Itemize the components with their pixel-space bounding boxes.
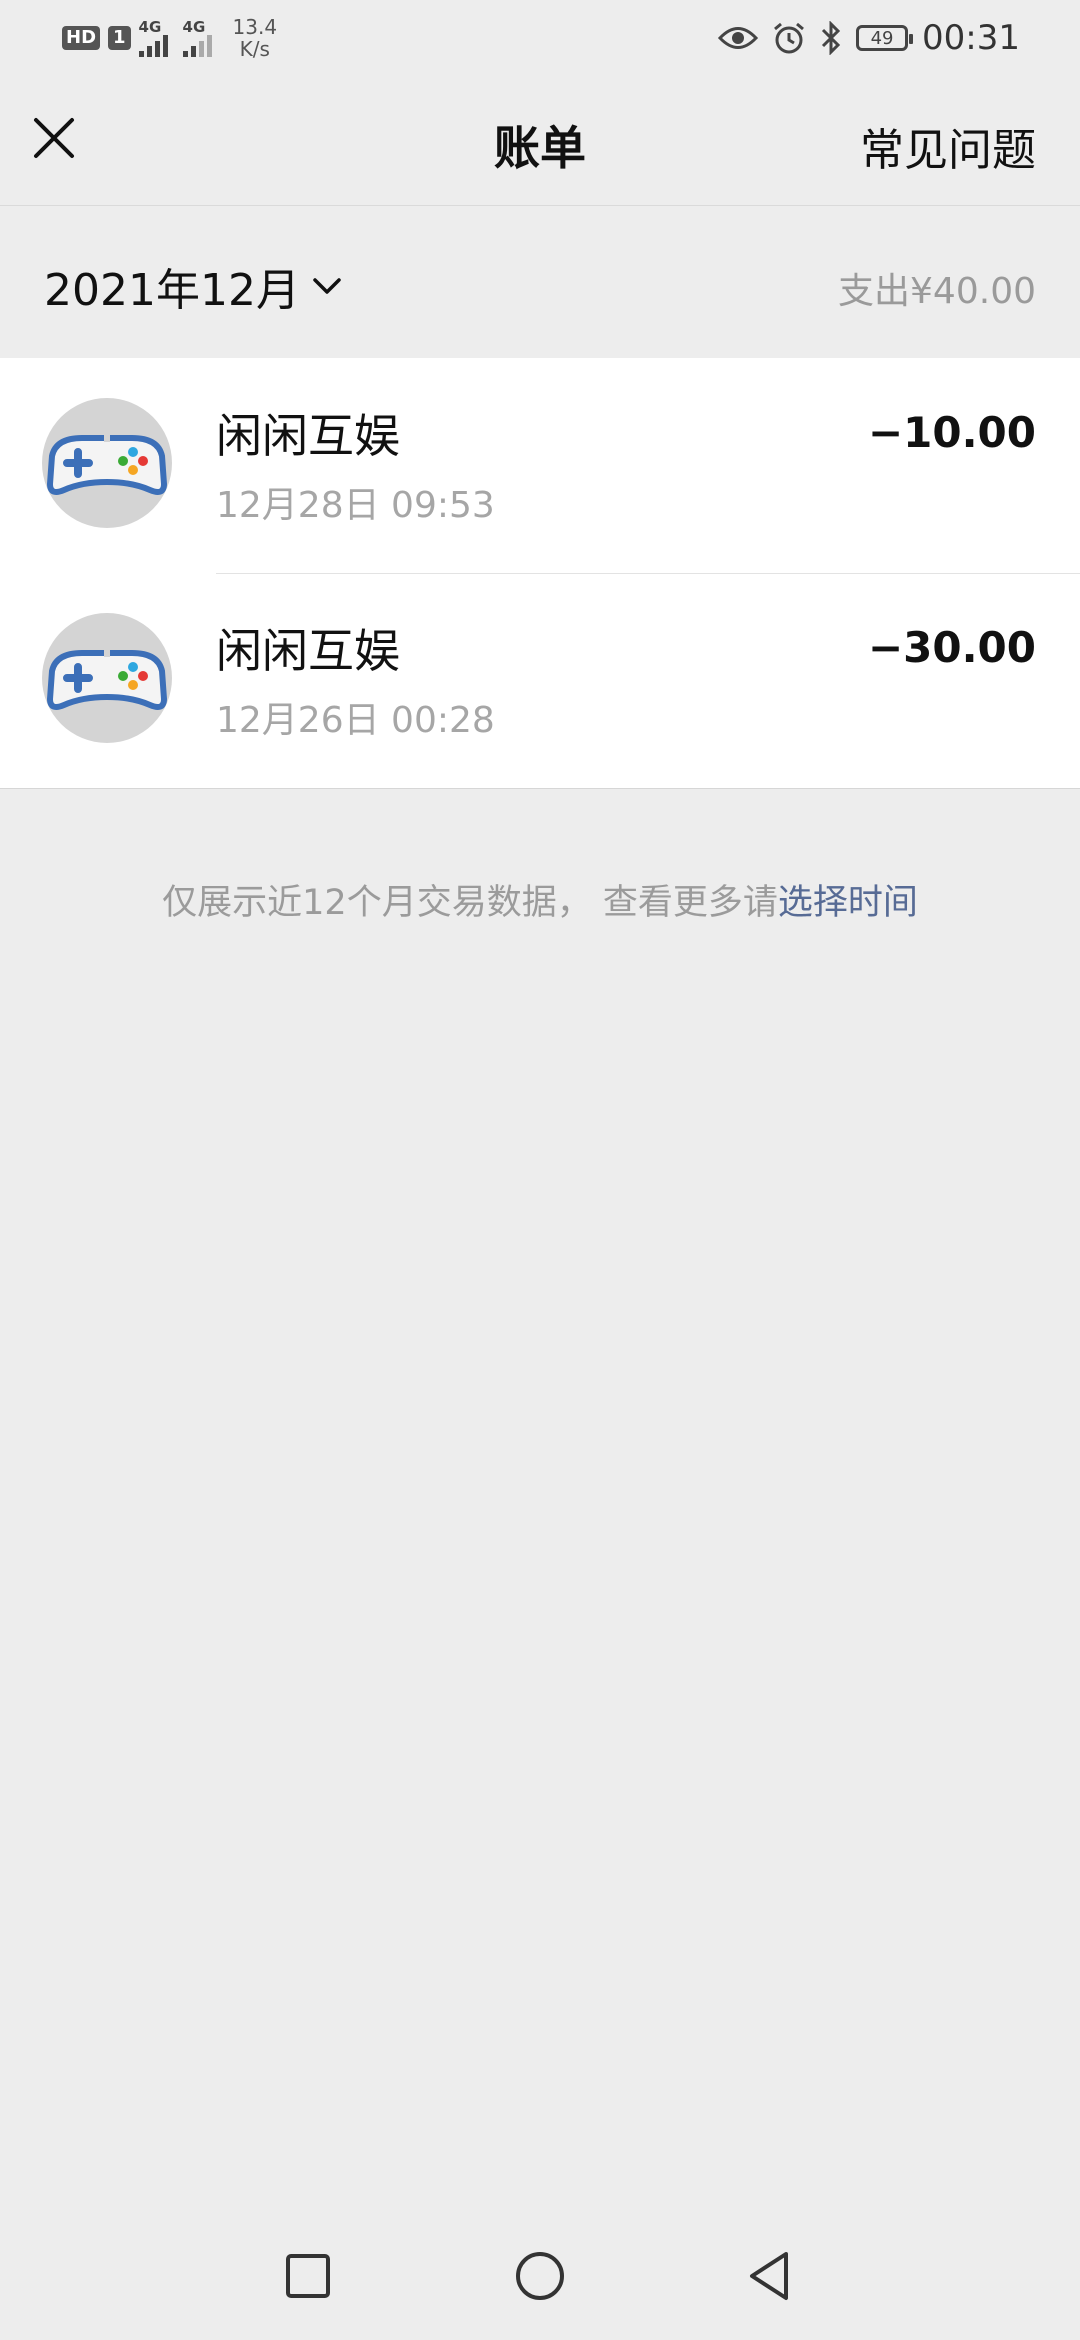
hd-badge: HD xyxy=(62,26,101,50)
transaction-row[interactable]: 闲闲互娱 12月26日 00:28 −30.00 xyxy=(0,573,1080,788)
avatar xyxy=(42,613,172,743)
home-button[interactable] xyxy=(512,2248,568,2304)
bluetooth-icon xyxy=(821,21,841,55)
transaction-list: 闲闲互娱 12月28日 09:53 −10.00 闲闲互娱 12月26日 00:… xyxy=(0,358,1080,789)
network-type-1: 4G xyxy=(138,18,162,36)
history-notice: 仅展示近12个月交易数据， 查看更多请选择时间 xyxy=(0,874,1080,925)
month-picker[interactable]: 2021年12月 xyxy=(44,254,344,318)
network-type-2: 4G xyxy=(182,18,206,36)
network-speed: 13.4 K/s xyxy=(233,16,278,60)
transaction-amount: −30.00 xyxy=(867,623,1036,672)
signal-bars-icon xyxy=(138,35,168,57)
status-time: 00:31 xyxy=(922,18,1020,58)
signal-2: 4G xyxy=(182,18,219,57)
select-time-link[interactable]: 选择时间 xyxy=(778,883,918,923)
status-left: HD 1 4G 4G 13.4 K/s xyxy=(62,14,277,62)
faq-button[interactable]: 常见问题 xyxy=(860,114,1036,178)
transaction-row[interactable]: 闲闲互娱 12月28日 09:53 −10.00 xyxy=(0,358,1080,573)
network-speed-unit: K/s xyxy=(239,37,270,61)
month-label: 2021年12月 xyxy=(44,265,300,316)
sim-badge: 1 xyxy=(108,26,131,50)
alarm-icon xyxy=(774,22,804,54)
eye-icon xyxy=(718,27,759,49)
month-bar: 2021年12月 支出¥40.00 xyxy=(0,206,1080,358)
network-speed-value: 13.4 xyxy=(232,15,278,39)
transaction-datetime: 12月28日 09:53 xyxy=(216,485,495,526)
back-button[interactable] xyxy=(742,2248,798,2304)
signal-1: 4G xyxy=(138,18,175,57)
merchant-name: 闲闲互娱 xyxy=(216,409,400,463)
monthly-total: 支出¥40.00 xyxy=(838,271,1036,312)
notice-text: 仅展示近12个月交易数据， 查看更多请 xyxy=(162,883,778,923)
header: 账单 常见问题 xyxy=(0,74,1080,206)
transaction-amount: −10.00 xyxy=(867,408,1036,457)
avatar xyxy=(42,398,172,528)
gamepad-icon xyxy=(46,428,168,495)
status-bar: HD 1 4G 4G 13.4 K/s 49 00:31 xyxy=(0,0,1080,74)
merchant-name: 闲闲互娱 xyxy=(216,624,400,678)
square-icon xyxy=(286,2254,330,2298)
status-right: 49 00:31 xyxy=(718,14,1020,62)
signal-bars-icon xyxy=(182,35,212,57)
navigation-bar xyxy=(0,2200,1080,2340)
transaction-datetime: 12月26日 00:28 xyxy=(216,700,495,741)
battery-icon: 49 xyxy=(856,25,914,51)
circle-icon xyxy=(516,2252,564,2300)
recent-apps-button[interactable] xyxy=(280,2248,336,2304)
triangle-back-icon xyxy=(750,2252,788,2300)
gamepad-icon xyxy=(46,643,168,710)
chevron-down-icon xyxy=(313,278,341,294)
